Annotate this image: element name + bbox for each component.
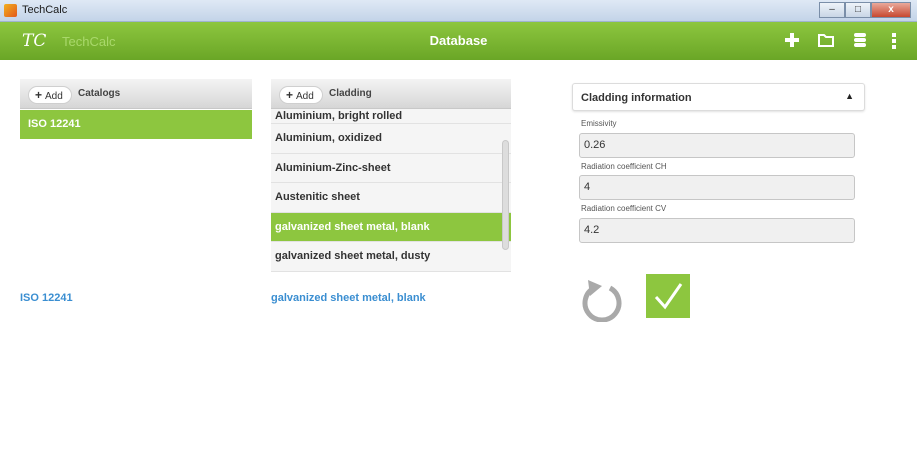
reset-icon[interactable] [580,278,624,323]
minimize-button[interactable]: – [819,2,845,18]
selected-catalog-link[interactable]: ISO 12241 [20,292,73,304]
selected-cladding-link[interactable]: galvanized sheet metal, blank [271,292,426,304]
add-icon[interactable] [783,30,801,50]
chevron-up-icon: ▲ [845,91,854,101]
window-title: TechCalc [22,4,68,16]
cladding-scrollbar[interactable] [502,140,509,250]
radiation-cv-field[interactable]: 4.2 [579,218,855,243]
cladding-info-header[interactable]: Cladding information ▲ [572,83,865,111]
appbar-actions [783,30,903,50]
more-vert-icon[interactable] [885,30,903,50]
database-icon[interactable] [851,30,869,50]
list-item[interactable]: Austenitic sheet [271,183,511,213]
close-button[interactable]: x [871,2,911,18]
folder-icon[interactable] [817,30,835,50]
page-title: Database [429,33,488,48]
list-item[interactable]: Aluminium, bright rolled [271,109,511,124]
add-cladding-button[interactable]: + Add [279,86,323,104]
radiation-cv-label: Radiation coefficient CV [581,204,667,213]
list-item[interactable]: galvanized sheet metal, blank [271,212,511,242]
emissivity-field[interactable]: 0.26 [579,133,855,158]
catalogs-header: + Add Catalogs [20,79,252,109]
add-catalog-button[interactable]: + Add [28,86,72,104]
cladding-list[interactable]: Aluminium, bright rolled Aluminium, oxid… [271,109,511,277]
app-icon [4,4,17,17]
plus-icon: + [35,88,43,102]
list-item[interactable]: galvanized sheet metal, dusty [271,242,511,272]
cladding-header: + Add Cladding [271,79,511,109]
catalogs-title: Catalogs [78,88,121,99]
cladding-info-title: Cladding information [581,92,692,104]
app-bar: TC TechCalc Database [0,22,917,60]
maximize-button[interactable]: □ [845,2,871,18]
emissivity-label: Emissivity [581,119,617,128]
plus-icon: + [286,88,294,102]
radiation-ch-label: Radiation coefficient CH [581,162,667,171]
list-item[interactable]: Aluminium, oxidized [271,124,511,154]
window-controls: – □ x [819,2,911,18]
check-icon [654,283,683,310]
window-titlebar: TechCalc – □ x [0,0,917,22]
catalog-item-iso-12241[interactable]: ISO 12241 [20,110,252,139]
radiation-ch-field[interactable]: 4 [579,175,855,200]
list-item[interactable]: Aluminium-Zinc-sheet [271,153,511,183]
cladding-title: Cladding [329,88,372,99]
confirm-button[interactable] [646,274,690,318]
